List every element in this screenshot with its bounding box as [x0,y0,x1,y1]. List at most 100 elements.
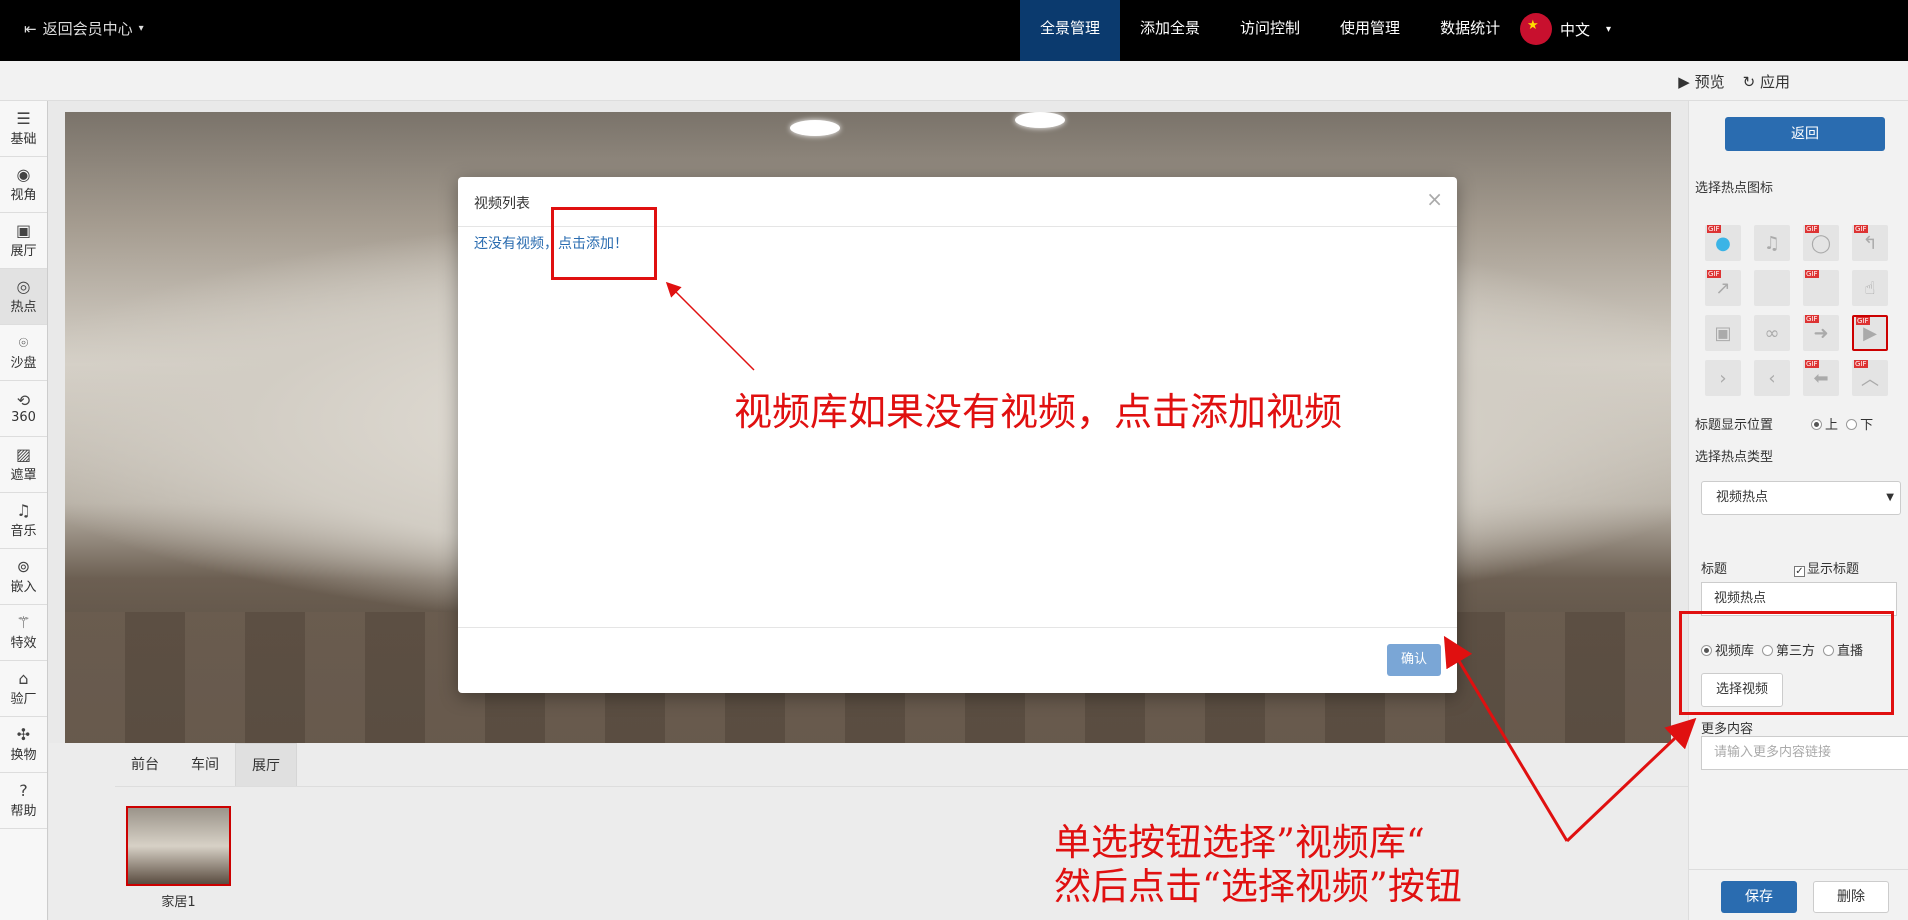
picture-icon: ▣ [1714,322,1732,344]
hotspot-icon-option-selected[interactable]: ▶ [1852,315,1888,351]
apply-label: 应用 [1759,73,1790,91]
apply-button[interactable]: ↻ 应用 [1743,71,1790,92]
title-position-radios: 上 下 [1811,414,1873,433]
hotspot-icon-option[interactable] [1754,270,1790,306]
sidebar-item-label: 特效 [10,636,37,651]
sidebar-item-label: 视角 [10,188,37,203]
nav-statistics[interactable]: 数据统计 [1420,0,1520,61]
sidebar-item-gallery[interactable]: ▣ 展厅 [0,213,47,269]
back-button[interactable]: 返回 [1725,117,1885,151]
hotspot-icon: ◎ [16,277,31,296]
show-title-label: 显示标题 [1807,562,1860,577]
annotation-box-video-source [1679,611,1894,715]
hotspot-icon-option[interactable]: ♫ [1754,225,1790,261]
exit-icon: ⇤ [24,19,37,38]
language-switcher[interactable]: ★ 中文 ▾ [1520,13,1611,45]
music-icon: ♫ [1763,232,1781,254]
hotspot-type-select[interactable]: 视频热点 ▼ [1701,481,1901,515]
hotspot-icon-option[interactable]: ➜ [1803,315,1839,351]
sidebar-item-sandbox[interactable]: ⌾ 沙盘 [0,325,47,381]
hotspot-icon-option[interactable]: ▣ [1705,315,1741,351]
annotation-box-add-link [551,207,657,280]
chevron-left-icon: ‹ [1768,367,1776,389]
scene-thumbnail[interactable] [126,806,231,886]
chevron-right-icon: › [1719,367,1727,389]
nav-usage-manage[interactable]: 使用管理 [1320,0,1420,61]
modal-footer: 确认 [458,627,1457,693]
nav-access-control[interactable]: 访问控制 [1220,0,1320,61]
panel-footer: 保存 删除 [1689,869,1908,920]
music-icon: ♫ [16,501,31,520]
tab-front-desk[interactable]: 前台 [115,743,175,786]
sidebar-item-view[interactable]: ◉ 视角 [0,157,47,213]
swap-icon: ✣ [16,725,31,744]
modal-title: 视频列表 [474,196,530,212]
sidebar-item-music[interactable]: ♫ 音乐 [0,493,47,549]
radio-top[interactable] [1811,419,1822,430]
step-arrow-icon: ↗ [1715,277,1731,299]
more-content-input[interactable]: 请输入更多内容链接 [1701,736,1908,770]
sidebar-item-embed[interactable]: ⊚ 嵌入 [0,549,47,605]
hotspot-icon-option[interactable]: ∞ [1754,315,1790,351]
hotspot-icon-option[interactable]: › [1705,360,1741,396]
hotspot-type-label: 选择热点类型 [1695,450,1774,465]
radio-bottom-label: 下 [1860,418,1874,433]
hotspot-icon-option[interactable]: ‹ [1754,360,1790,396]
help-icon: ? [19,781,28,800]
sidebar-item-label: 遮罩 [10,468,37,483]
radio-bottom[interactable] [1846,419,1858,430]
confirm-button[interactable]: 确认 [1387,644,1441,676]
refresh-icon: ↻ [1742,73,1756,91]
hotspot-icon-option[interactable]: ⬅ [1803,360,1839,396]
sidebar-item-swap[interactable]: ✣ 换物 [0,717,47,773]
action-bar: ▶ 预览 ↻ 应用 [0,61,1908,101]
back-label: 返回会员中心 [42,20,133,38]
sidebar-item-help[interactable]: ? 帮助 [0,773,47,829]
preview-label: 预览 [1694,73,1725,91]
back-to-member-center[interactable]: ⇤ 返回会员中心 ▾ [24,18,144,39]
show-title-checkbox[interactable]: ✓ [1794,566,1805,577]
tab-workshop[interactable]: 车间 [175,743,235,786]
sidebar-item-effects[interactable]: ⚚ 特效 [0,605,47,661]
gallery-icon: ▣ [15,221,32,240]
circle-icon: ◯ [1810,232,1832,254]
hotspot-icon-option[interactable]: ↗ [1705,270,1741,306]
nav-panorama-manage[interactable]: 全景管理 [1020,0,1121,61]
hotspot-icon-option[interactable]: ︿ [1852,360,1888,396]
magic-wand-icon: ⚚ [16,613,31,632]
scene-group-tabs: 前台 车间 展厅 [115,743,1715,787]
image-icon: ▨ [15,445,32,464]
hotspot-icon-option[interactable] [1803,270,1839,306]
tab-showroom[interactable]: 展厅 [235,743,297,786]
radio-top-label: 上 [1825,418,1839,433]
hotspot-icon-option[interactable]: ☝ [1852,270,1888,306]
hotspot-type-value: 视频热点 [1716,490,1769,505]
sidebar-item-360[interactable]: ⟲ 360 [0,381,47,437]
arrow-back-icon: ⬅ [1813,367,1829,389]
rotate-360-icon: ⟲ [16,391,31,410]
sidebar-item-mask[interactable]: ▨ 遮罩 [0,437,47,493]
close-icon[interactable]: × [1426,187,1443,211]
annotation-note-click-choose: 然后点击“选择视频”按钮 [1054,865,1462,908]
link-icon: ∞ [1764,322,1780,344]
nav-add-panorama[interactable]: 添加全景 [1120,0,1220,61]
list-icon: ☰ [16,109,31,128]
sidebar-item-factory[interactable]: ⌂ 验厂 [0,661,47,717]
sidebar-item-hotspot[interactable]: ◎ 热点 [0,269,47,325]
caret-down-icon: ▼ [1886,492,1894,503]
main-nav: 全景管理 添加全景 访问控制 使用管理 数据统计 [1020,0,1520,61]
blue-dot-icon: ● [1715,232,1731,254]
caret-down-icon: ▾ [138,23,144,34]
show-title-checkbox-group[interactable]: ✓ 显示标题 [1794,558,1859,577]
sidebar-item-basic[interactable]: ☰ 基础 [0,101,47,157]
sidebar-item-label: 热点 [10,300,37,315]
delete-button[interactable]: 删除 [1813,881,1889,913]
hotspot-icon-option[interactable]: ↰ [1852,225,1888,261]
hotspot-icon-option[interactable]: ● [1705,225,1741,261]
preview-button[interactable]: ▶ 预览 [1678,71,1724,92]
scene-thumbnail-label: 家居1 [161,895,196,910]
top-navbar: ⇤ 返回会员中心 ▾ 全景管理 添加全景 访问控制 使用管理 数据统计 ★ 中文… [0,0,1908,61]
hotspot-icon-option[interactable]: ◯ [1803,225,1839,261]
save-button[interactable]: 保存 [1721,881,1797,913]
sidebar-item-label: 嵌入 [10,580,37,595]
